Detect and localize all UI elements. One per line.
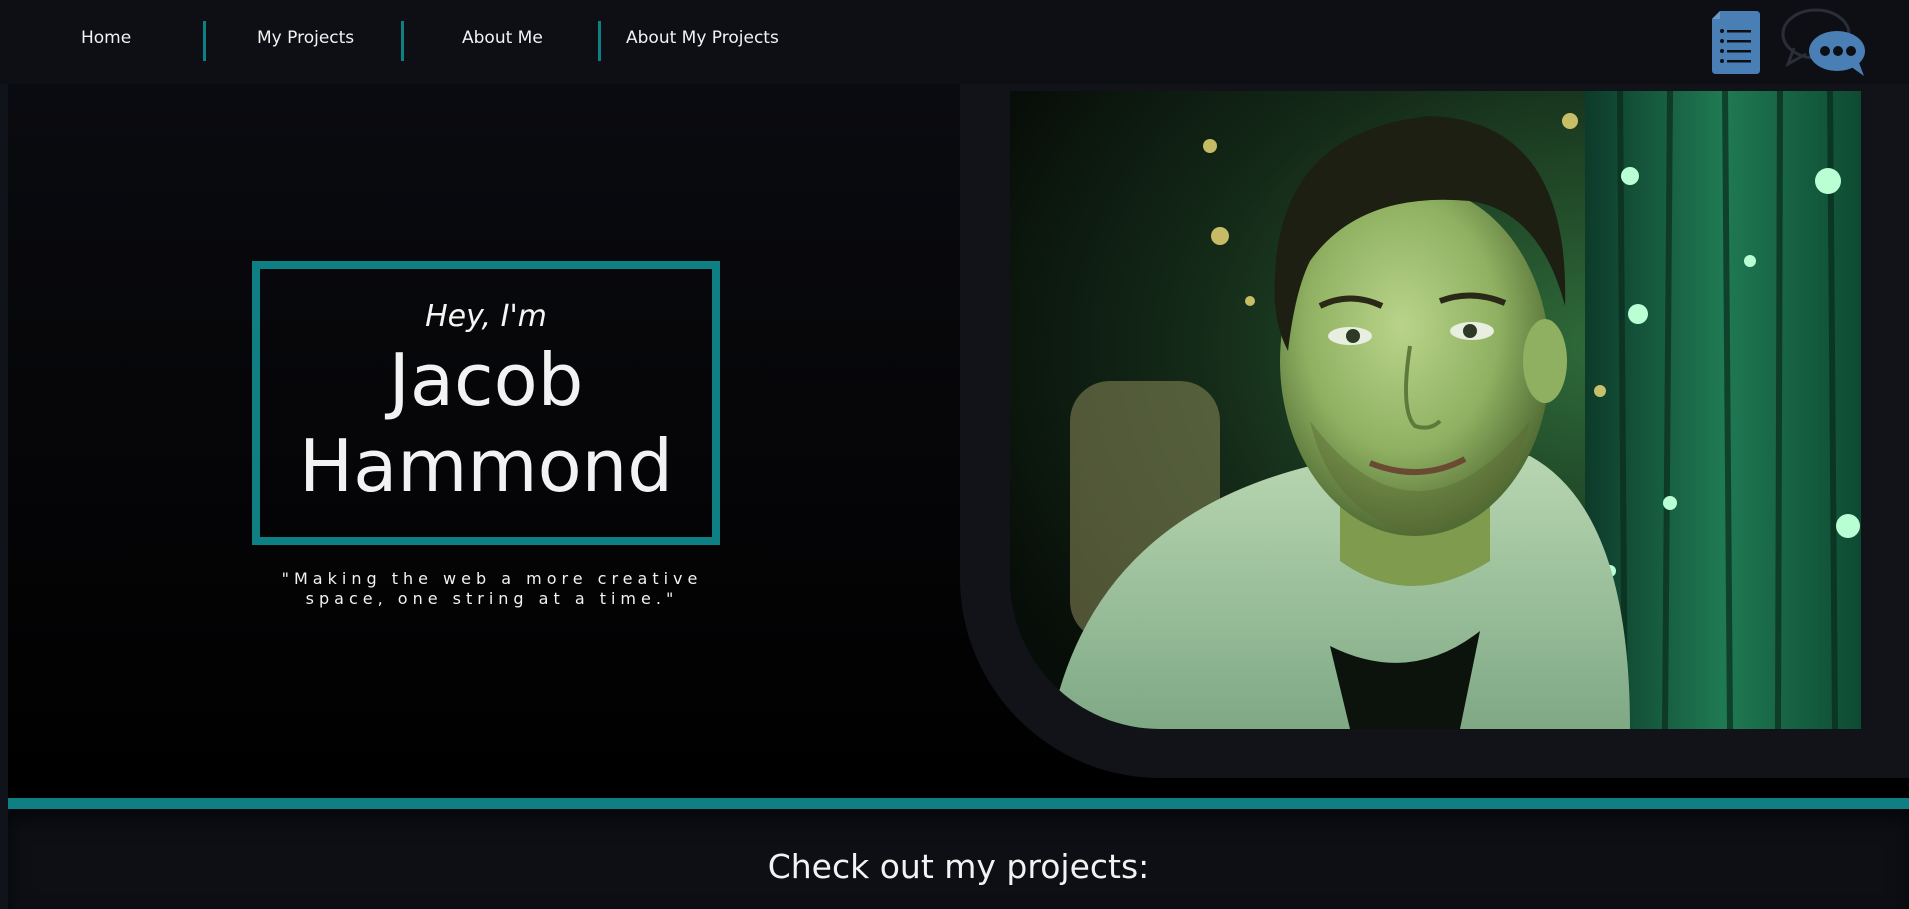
nav-my-projects[interactable]: My Projects [257, 28, 354, 48]
tagline-quote: "Making the web a more creative space, o… [281, 569, 703, 608]
document-list-icon[interactable] [1712, 11, 1760, 74]
chat-bubbles-icon[interactable] [1780, 8, 1870, 78]
portrait-photo [1010, 91, 1861, 729]
name-first: Jacob [388, 338, 584, 422]
name-last: Hammond [299, 424, 673, 508]
greeting-text: Hey, I'm [425, 299, 547, 334]
section-divider [8, 798, 1909, 809]
left-edge-strip [0, 0, 8, 909]
nav-divider [203, 21, 206, 61]
nav-home[interactable]: Home [81, 28, 131, 48]
nav-about-me[interactable]: About Me [462, 28, 543, 48]
page: Home My Projects About Me About My Proje… [0, 0, 1909, 909]
top-nav: Home My Projects About Me About My Proje… [0, 0, 1909, 84]
nav-divider [401, 21, 404, 61]
name-frame: Hey, I'm Jacob Hammond [252, 261, 720, 545]
name-heading: Jacob Hammond [260, 337, 712, 509]
nav-divider [598, 21, 601, 61]
projects-section: Check out my projects: [8, 809, 1909, 909]
projects-heading: Check out my projects: [767, 847, 1150, 886]
nav-about-my-projects[interactable]: About My Projects [626, 28, 779, 48]
